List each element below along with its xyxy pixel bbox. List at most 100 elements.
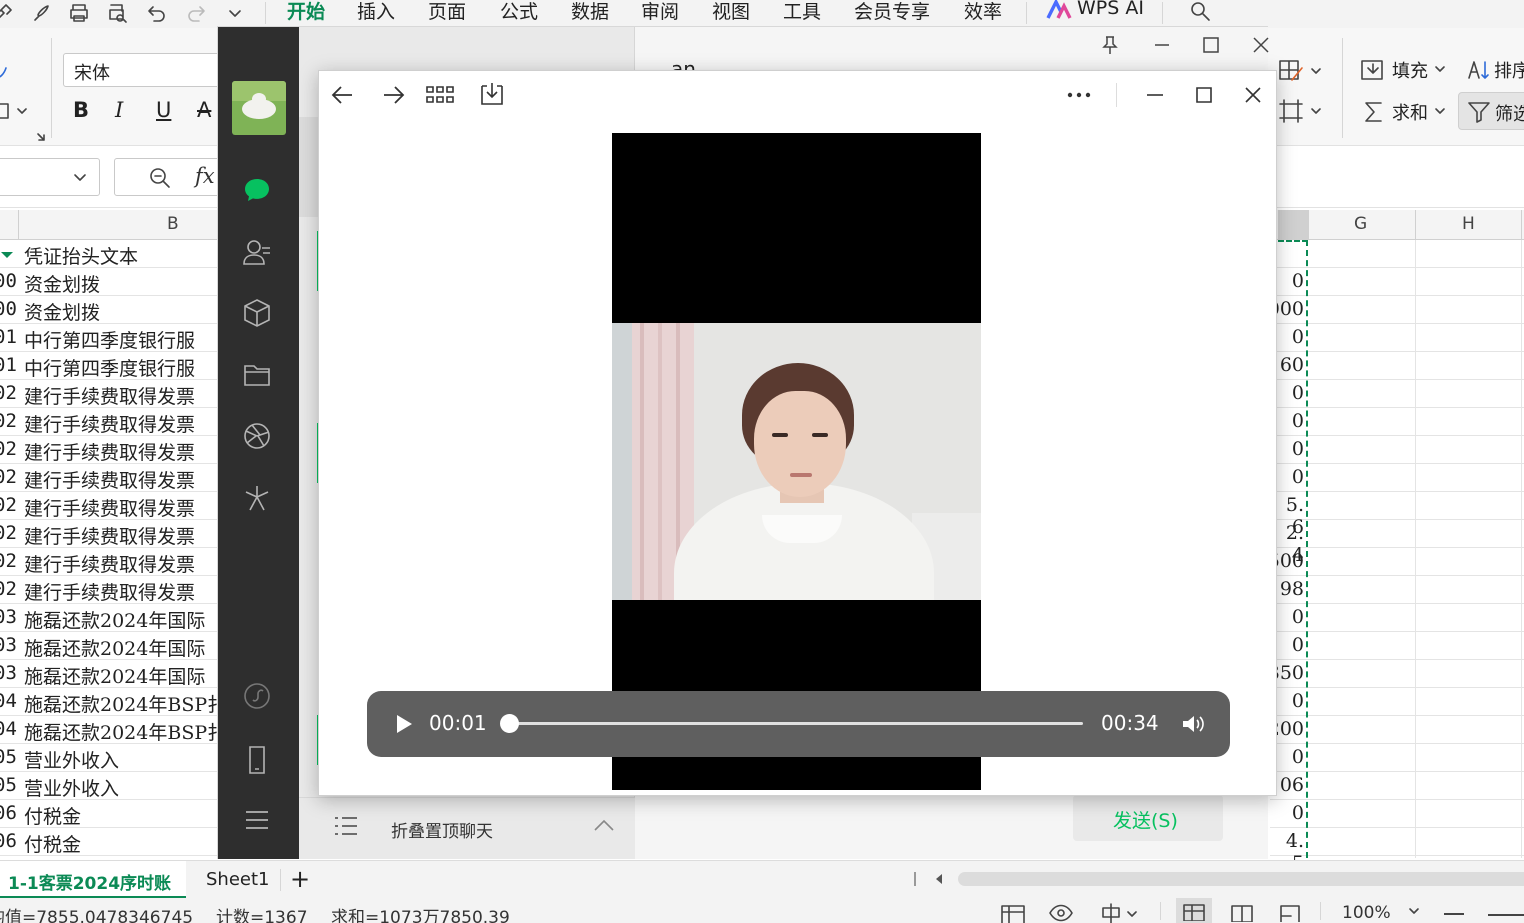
row-code-cell[interactable]: 04 [0,690,17,712]
fold-pinned-chats[interactable]: 折叠置顶聊天 [299,797,635,859]
more-options-icon[interactable] [1066,82,1092,108]
table-row[interactable]: 03 施磊还款2024年国际 [0,604,222,632]
table-row[interactable]: 0 [1270,436,1524,464]
table-style-icon[interactable] [1278,58,1324,84]
minimize-icon[interactable] [1152,35,1172,55]
dialog-launcher-icon[interactable] [36,132,46,142]
menu-home[interactable]: 开始 [287,0,325,24]
font-name-select[interactable]: 宋体 [63,53,223,87]
table-row[interactable]: 0 [1270,744,1524,772]
amount-cell[interactable]: 0 [1292,802,1304,824]
voucher-header-text-cell[interactable]: 建行手续费取得发票 [24,410,195,435]
row-code-cell[interactable]: 01 [0,326,17,348]
table-row[interactable]: 5. 6 [1270,492,1524,538]
print-preview-icon[interactable] [107,2,129,24]
scroll-divider[interactable] [914,872,916,886]
horizontal-scrollbar[interactable] [958,872,1524,886]
scroll-left-icon[interactable] [933,873,945,885]
row-code-cell[interactable]: 02 [0,438,17,460]
page-break-icon[interactable] [1278,904,1302,922]
voucher-header-text-cell[interactable]: 资金划拨 [24,298,100,323]
bold-button[interactable]: B [73,98,89,122]
table-row[interactable]: 02 建行手续费取得发票 [0,548,222,576]
table-row[interactable]: 02 建行手续费取得发票 [0,576,222,604]
pin-icon[interactable] [1100,35,1120,55]
row-code-cell[interactable]: 06 [0,830,17,852]
chat-icon[interactable] [242,175,272,205]
menu-efficiency[interactable]: 效率 [964,0,1002,24]
avatar[interactable] [232,81,286,135]
table-row[interactable]: 0 [1270,380,1524,408]
table-row[interactable]: 03 施磊还款2024年国际 [0,660,222,688]
table-row[interactable] [1270,240,1524,268]
voucher-header-text-cell[interactable]: 营业外收入 [24,746,119,771]
filter-button[interactable]: 筛选 [1458,92,1524,130]
row-code-cell[interactable]: 02 [0,466,17,488]
chevron-down-icon[interactable] [73,173,87,183]
amount-cell[interactable]: 0 [1292,438,1304,460]
voucher-header-text-cell[interactable]: 中行第四季度银行服 [24,326,195,351]
chevron-down-icon[interactable] [1434,64,1446,74]
voucher-header-text-cell[interactable]: 建行手续费取得发票 [24,578,195,603]
favorites-cube-icon[interactable] [242,298,272,328]
menu-member[interactable]: 会员专享 [854,0,930,24]
download-icon[interactable] [479,81,505,107]
column-h[interactable]: H [1462,214,1475,234]
row-code-cell[interactable]: 05 [0,746,17,768]
voucher-header-text-cell[interactable]: 施磊还款2024年国际 [24,662,205,687]
voucher-header-text-cell[interactable]: 施磊还款2024年BSP扌 [24,718,222,743]
sum-button[interactable]: 求和 [1392,99,1428,125]
table-row[interactable]: 500 [1268,548,1524,576]
menu-review[interactable]: 审阅 [641,0,679,24]
input-method-icon[interactable] [1100,903,1142,923]
table-row[interactable]: 02 建行手续费取得发票 [0,408,222,436]
page-layout-icon[interactable] [1230,904,1254,922]
table-row[interactable]: 06 [1270,772,1524,800]
column-g[interactable]: G [1354,214,1367,234]
voucher-header-text-cell[interactable]: 付税金 [24,802,81,827]
voucher-header-text-cell[interactable]: 建行手续费取得发票 [24,466,195,491]
voucher-header-text-cell[interactable]: 建行手续费取得发票 [24,382,195,407]
menu-data[interactable]: 数据 [571,0,609,24]
voucher-header-text-cell[interactable]: 建行手续费取得发票 [24,494,195,519]
voucher-header-text-cell[interactable]: 资金划拨 [24,270,100,295]
voucher-header-text-cell[interactable]: 付税金 [24,830,81,855]
voucher-header-text-cell[interactable]: 建行手续费取得发票 [24,550,195,575]
amount-cell[interactable]: 98 [1280,578,1304,600]
table-row[interactable]: 000 [1268,296,1524,324]
row-code-cell[interactable]: 05 [0,774,17,796]
menu-insert[interactable]: 插入 [357,0,395,24]
row-code-cell[interactable]: 02 [0,494,17,516]
amount-cell[interactable]: 0 [1292,634,1304,656]
row-code-cell[interactable]: 06 [0,802,17,824]
amount-cell[interactable]: 06 [1280,774,1304,796]
table-row[interactable]: 350 [1268,660,1524,688]
play-icon[interactable] [395,714,413,734]
amount-cell[interactable]: 0 [1292,410,1304,432]
back-arrow-icon[interactable] [330,82,356,108]
chevron-down-icon[interactable] [224,2,246,24]
link-icon[interactable] [0,2,14,24]
print-icon[interactable] [68,2,90,24]
function-fx-button[interactable]: fx [195,164,215,188]
chevron-down-icon[interactable] [1434,106,1446,116]
italic-button[interactable]: I [115,98,123,122]
row-code-cell[interactable]: 03 [0,606,17,628]
column-b[interactable]: B [167,214,179,234]
menu-page[interactable]: 页面 [428,0,466,24]
status-sum[interactable]: 求和=1073万7850.39 [331,903,510,923]
format-painter-icon[interactable] [0,60,14,82]
table-row[interactable]: 0 [1270,800,1524,828]
menu-formula[interactable]: 公式 [500,0,538,24]
sheet-tab-sheet1[interactable]: Sheet1 [206,869,270,890]
seek-bar[interactable] [500,714,1083,733]
row-code-cell[interactable]: 02 [0,410,17,432]
voucher-header-text-cell[interactable]: 中行第四季度银行服 [24,354,195,379]
table-row[interactable]: 02 建行手续费取得发票 [0,464,222,492]
table-row[interactable]: 0 [1270,324,1524,352]
redo-icon[interactable] [185,2,207,24]
table-row[interactable]: 0 [1270,268,1524,296]
channels-icon[interactable] [242,483,272,513]
table-row[interactable]: 06 付税金 [0,828,222,856]
paste-options-icon[interactable] [0,100,30,122]
